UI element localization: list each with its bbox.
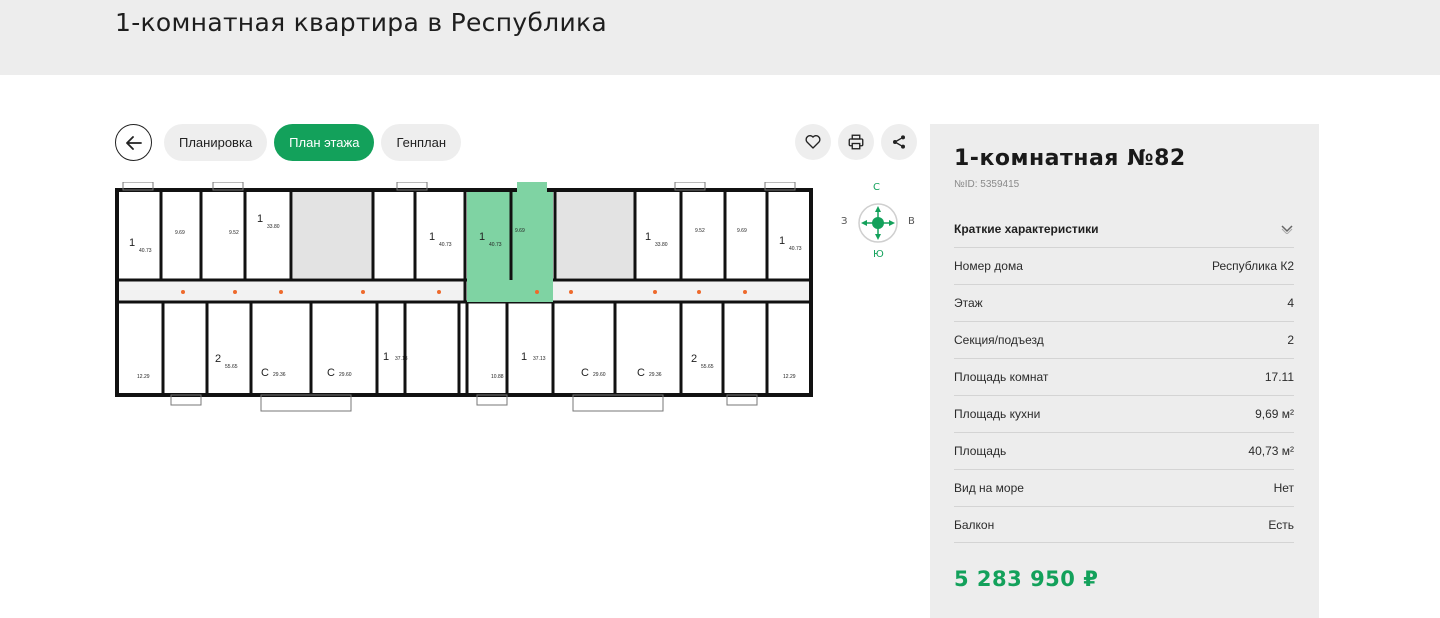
spec-label: Вид на море [954,481,1024,495]
spec-label: Площадь [954,444,1007,458]
unit-area: 37.13 [395,356,408,362]
unit-area: 9.69 [515,228,525,234]
apartment-title: 1-комнатная №82 [954,146,1186,171]
unit-area: 40.73 [789,246,802,252]
unit-area: 40.73 [489,242,502,248]
stairwell-left [293,192,373,278]
price: 5 283 950 ₽ [954,567,1099,591]
printer-icon [848,134,864,150]
spec-value: 2 [1287,333,1294,347]
unit-rooms: 1 [521,351,527,363]
spec-label: Балкон [954,517,995,532]
unit-rooms: C [581,367,589,379]
unit-rooms: 1 [257,213,263,225]
spec-row: Секция/подъезд 2 [954,321,1294,358]
unit-rooms: 2 [691,353,697,365]
spec-row: Этаж 4 [954,284,1294,321]
unit-area: 29.60 [593,372,606,378]
apartment-id: №ID: 5359415 [954,179,1020,190]
favorite-button[interactable] [795,124,831,160]
unit-rooms: 1 [479,231,485,243]
specs-heading: Краткие характеристики [954,222,1099,236]
unit-rooms: 1 [779,235,785,247]
spec-label: Площадь кухни [954,407,1041,421]
unit-area: 9.69 [737,228,747,234]
spec-row: Площадь 40,73 м² [954,432,1294,469]
spec-value: Нет [1273,481,1294,495]
unit-rooms: C [637,367,645,379]
unit-area: 12.29 [137,374,150,380]
view-tabs: Планировка План этажа Генплан [115,124,462,161]
share-icon [893,135,905,149]
unit-rooms: C [327,367,335,379]
tab-master-plan[interactable]: Генплан [381,124,462,161]
spec-row: Площадь комнат 17.11 [954,358,1294,395]
unit-area: 12.29 [783,374,796,380]
floor-plan: 1 40.73 9.69 9.52 1 33.80 1 40.73 1 40.7… [115,182,813,412]
specs-toggle[interactable]: Краткие характеристики [954,222,1294,236]
unit-rooms: 1 [645,231,651,243]
spec-value: 4 [1287,296,1294,310]
spec-label: Площадь комнат [954,370,1049,384]
unit-rooms: 1 [429,231,435,243]
unit-area: 29.36 [273,372,286,378]
unit-rooms: 2 [215,353,221,365]
print-button[interactable] [838,124,874,160]
page-header: 1-комнатная квартира в Республика [0,0,1440,75]
unit-area: 40.73 [439,242,452,248]
spec-label: Номер дома [954,259,1023,273]
unit-area: 55.65 [225,364,238,370]
page-title: 1-комнатная квартира в Республика [115,8,608,37]
back-button[interactable] [115,124,152,161]
action-buttons [795,124,917,160]
unit-area: 33.80 [267,224,280,230]
unit-area: 37.13 [533,356,546,362]
spec-value: 9,69 м² [1255,407,1294,421]
unit-area: 29.36 [649,372,662,378]
unit-rooms: 1 [129,237,135,249]
spec-row: Площадь кухни 9,69 м² [954,395,1294,432]
share-button[interactable] [881,124,917,160]
spec-label: Секция/подъезд [954,333,1044,347]
spec-row: Номер дома Республика К2 [954,247,1294,284]
spec-value: Есть [1268,517,1294,532]
unit-area: 9.69 [175,230,185,236]
unit-rooms: C [261,367,269,379]
unit-rooms: 1 [383,351,389,363]
spec-value: 40,73 м² [1248,444,1294,458]
stairwell-right [555,192,635,278]
tab-layout[interactable]: Планировка [164,124,268,161]
compass: С Ю З В [838,182,918,262]
unit-area: 10.88 [491,374,504,380]
chevron-down-icon [1281,225,1293,234]
spec-row: Вид на море Нет [954,469,1294,506]
apartment-info-card: 1-комнатная №82 №ID: 5359415 Краткие хар… [930,124,1319,618]
tab-floor-plan[interactable]: План этажа [274,124,375,161]
spec-value: Республика К2 [1211,259,1294,273]
spec-value: 17.11 [1264,370,1294,384]
unit-area: 33.80 [655,242,668,248]
arrow-left-icon [125,135,142,150]
unit-area: 9.52 [229,230,239,236]
unit-area: 40.73 [139,248,152,254]
heart-icon [805,135,821,149]
spec-row: Балкон Есть [954,506,1294,543]
unit-area: 29.60 [339,372,352,378]
unit-area: 9.52 [695,228,705,234]
spec-label: Этаж [954,296,983,310]
unit-area: 55.65 [701,364,714,370]
compass-rose-icon [858,203,898,243]
specs-list: Номер дома Республика К2 Этаж 4 Секция/под… [954,247,1294,543]
